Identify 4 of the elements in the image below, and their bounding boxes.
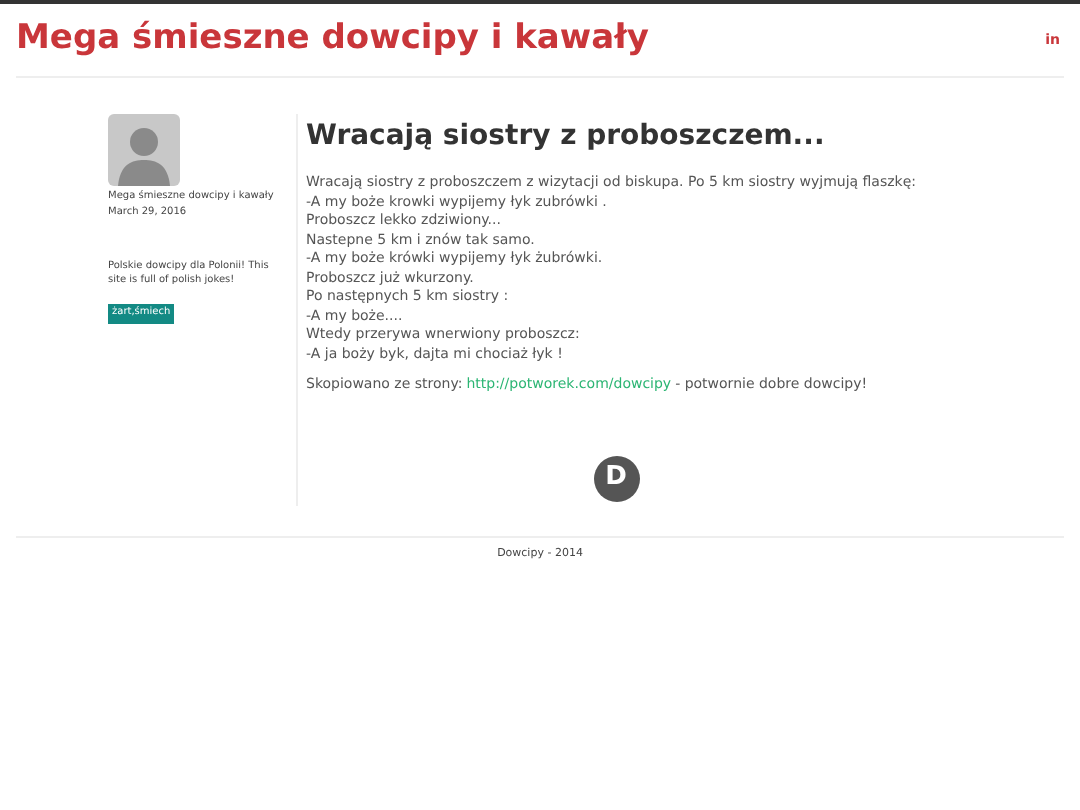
comments-logo-icon: D — [593, 455, 639, 501]
post-title: Wracają siostry z proboszczem... — [306, 118, 827, 156]
site-title[interactable]: Mega śmieszne dowcipy i kawały — [16, 14, 649, 66]
avatar-icon — [108, 114, 180, 186]
